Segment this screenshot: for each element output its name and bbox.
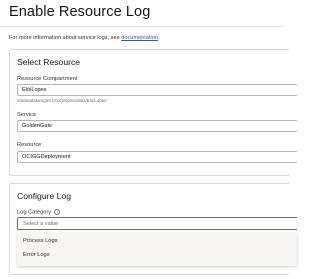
log-category-label: Log Category <box>17 209 52 216</box>
configure-log-heading: Configure Log <box>17 191 71 201</box>
info-icon[interactable]: i <box>54 209 61 215</box>
service-label: Service <box>17 112 36 118</box>
info-text: For more information about service logs,… <box>9 35 160 41</box>
select-resource-panel: Select Resource Resource Compartment Elo… <box>9 49 297 176</box>
resource-label: Resource <box>17 142 42 148</box>
header-divider <box>0 26 283 27</box>
select-resource-heading: Select Resource <box>17 57 81 67</box>
page-title: Enable Resource Log <box>9 4 151 20</box>
resource-select[interactable]: OCIGGDeployment <box>17 151 297 163</box>
info-text-suffix: . <box>157 35 160 41</box>
documentation-link[interactable]: documentation <box>121 35 158 41</box>
info-text-prefix: For more information about service logs,… <box>9 35 122 41</box>
configure-log-panel: Configure Log Log Category i Select a val… <box>9 183 297 275</box>
log-category-dropdown: Process Logs Error Logs <box>17 232 297 266</box>
dropdown-option-process-logs[interactable]: Process Logs <box>23 238 57 244</box>
dropdown-option-error-logs[interactable]: Error Logs <box>23 252 50 258</box>
log-category-label-row: Log Category i <box>17 209 61 216</box>
resource-compartment-path: oraseadatamgmt (root)/Specialists/EloiLo… <box>17 98 107 103</box>
resource-compartment-select[interactable]: EloiLopes <box>17 84 297 96</box>
service-select[interactable]: GoldenGate <box>17 120 297 132</box>
resource-compartment-label: Resource Compartment <box>17 76 78 82</box>
log-category-select[interactable]: Select a value <box>17 217 297 230</box>
